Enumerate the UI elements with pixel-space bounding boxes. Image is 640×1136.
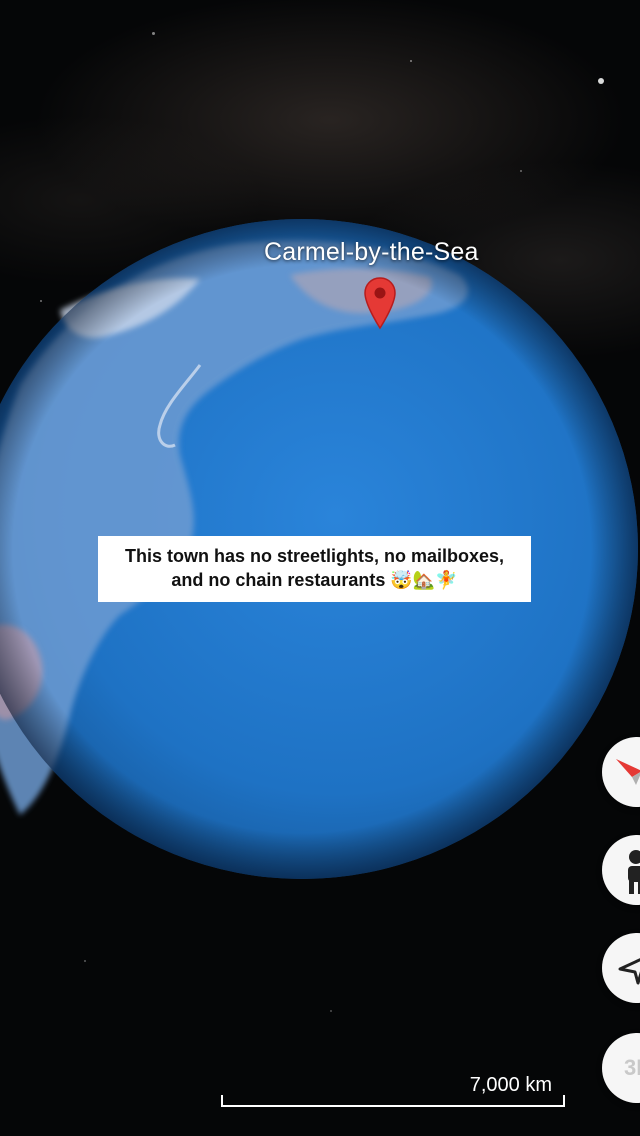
scale-bar — [221, 1095, 565, 1107]
map-viewport[interactable]: Carmel-by-the-Sea This town has no stree… — [0, 0, 640, 1136]
star — [598, 78, 604, 84]
compass-icon — [616, 759, 640, 785]
location-pin-icon[interactable] — [363, 276, 397, 330]
star — [152, 32, 155, 35]
pegman-icon — [628, 850, 640, 894]
caption-line-1: This town has no streetlights, no mailbo… — [124, 546, 505, 566]
three-d-label: 3D — [624, 1055, 640, 1080]
three-d-toggle-button[interactable]: 3D — [602, 1033, 640, 1103]
place-label[interactable]: Carmel-by-the-Sea — [264, 238, 479, 267]
my-location-button[interactable] — [602, 933, 640, 1003]
star — [410, 60, 412, 62]
star — [84, 960, 86, 962]
scale-label: 7,000 km — [469, 1074, 552, 1096]
star — [520, 170, 522, 172]
compass-button[interactable] — [602, 737, 640, 807]
my-location-arrow-icon — [618, 958, 640, 985]
street-view-button[interactable] — [602, 835, 640, 905]
video-caption: This town has no streetlights, no mailbo… — [98, 536, 531, 602]
caption-line-2: and no chain restaurants 🤯🏡🧚 — [171, 570, 458, 590]
star — [330, 1010, 332, 1012]
